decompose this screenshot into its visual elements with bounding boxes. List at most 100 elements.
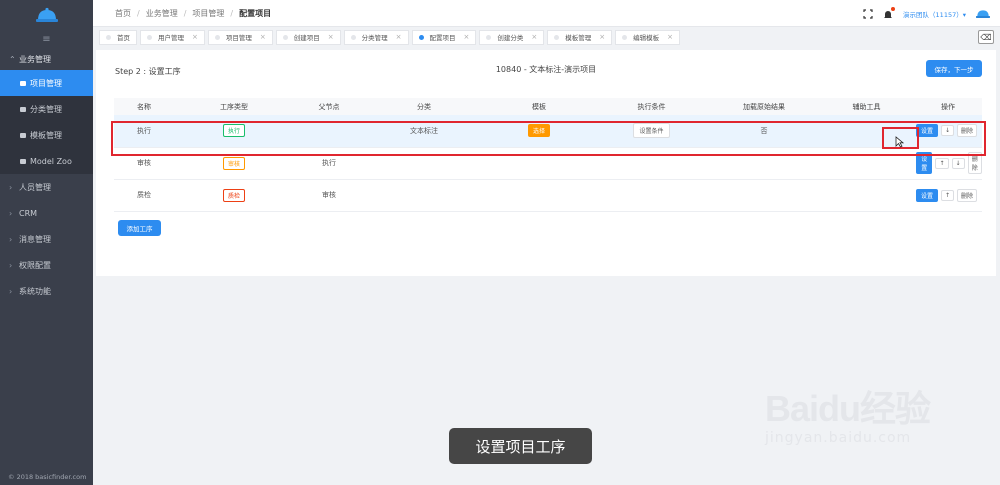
breadcrumb-separator: / bbox=[183, 8, 187, 18]
avatar[interactable] bbox=[976, 8, 990, 19]
model-icon bbox=[20, 158, 26, 164]
close-icon[interactable]: × bbox=[192, 33, 198, 41]
sidebar-item-project-management[interactable]: 项目管理 bbox=[0, 70, 93, 96]
settings-button[interactable]: 设置 bbox=[916, 188, 939, 202]
sidebar-item-permissions[interactable]: › 权限配置 bbox=[0, 252, 93, 278]
row-category bbox=[364, 179, 484, 212]
column-header: 执行条件 bbox=[594, 98, 709, 115]
chevron-right-icon: › bbox=[9, 182, 13, 192]
breadcrumb-separator: / bbox=[230, 8, 234, 18]
tab-label: 分类管理 bbox=[361, 34, 388, 42]
row-load-original bbox=[709, 179, 819, 212]
move-up-button[interactable]: ↑ bbox=[941, 189, 955, 201]
sidebar-item-label: 系统功能 bbox=[19, 286, 51, 296]
column-header: 模板 bbox=[484, 98, 594, 115]
process-type-tag: 质检 bbox=[222, 188, 245, 202]
row-condition-cell bbox=[594, 179, 709, 212]
tab-label: 首页 bbox=[117, 34, 130, 42]
tab-template-management[interactable]: 模板管理 × bbox=[547, 29, 613, 45]
tab-configure-project[interactable]: 配置项目 × bbox=[411, 29, 477, 45]
top-header: 首页 / 业务管理 / 项目管理 / 配置项目 演示团队（11157）▾ bbox=[93, 0, 1000, 27]
logo-icon bbox=[35, 7, 58, 22]
content-card: 10840 - 文本标注-演示项目 Step 2 : 设置工序 保存，下一步 名… bbox=[96, 50, 996, 276]
tab-edit-template[interactable]: 编辑模板 × bbox=[615, 29, 680, 45]
tab-label: 配置项目 bbox=[429, 34, 456, 42]
tab-label: 模板管理 bbox=[565, 34, 592, 42]
row-name: 质检 bbox=[114, 179, 174, 212]
video-caption: 设置项目工序 bbox=[449, 428, 592, 464]
tab-category-management[interactable]: 分类管理 × bbox=[343, 29, 409, 45]
tab-create-project[interactable]: 创建项目 × bbox=[275, 29, 341, 45]
tab-home[interactable]: 首页 bbox=[99, 29, 137, 45]
tab-dot-icon bbox=[418, 34, 424, 40]
save-next-button[interactable]: 保存，下一步 bbox=[926, 60, 982, 77]
category-icon bbox=[20, 106, 26, 112]
sidebar-item-label: CRM bbox=[19, 208, 38, 218]
sidebar-item-system[interactable]: › 系统功能 bbox=[0, 278, 93, 304]
sidebar-item-label: 消息管理 bbox=[19, 234, 51, 244]
close-icon[interactable]: × bbox=[531, 33, 537, 41]
notification-bell-icon[interactable] bbox=[883, 6, 896, 19]
tab-create-category[interactable]: 创建分类 × bbox=[479, 29, 545, 45]
column-header: 名称 bbox=[114, 98, 174, 115]
sidebar-item-model-zoo[interactable]: Model Zoo bbox=[0, 148, 93, 174]
table-row: 质检 质检 审核 设置 ↑ 删除 bbox=[114, 179, 982, 212]
sidebar-item-label: 项目管理 bbox=[30, 78, 62, 88]
column-header: 操作 bbox=[914, 98, 982, 115]
breadcrumb-project[interactable]: 项目管理 bbox=[192, 8, 224, 19]
tab-dot-icon bbox=[282, 34, 288, 40]
sidebar-group-business[interactable]: ⌃ 业务管理 bbox=[0, 48, 93, 70]
chevron-right-icon: › bbox=[9, 234, 13, 244]
tab-user-management[interactable]: 用户管理 × bbox=[140, 29, 205, 45]
sidebar-item-crm[interactable]: › CRM bbox=[0, 200, 93, 226]
column-header: 父节点 bbox=[294, 98, 364, 115]
row-ops-cell: 设置 ↑ 删除 bbox=[914, 179, 982, 212]
sidebar-item-template-management[interactable]: 模板管理 bbox=[0, 122, 93, 148]
chevron-right-icon: › bbox=[9, 208, 13, 218]
chevron-right-icon: › bbox=[9, 286, 13, 296]
close-tabs-icon[interactable]: ⌫ bbox=[978, 30, 994, 44]
sidebar-item-category-management[interactable]: 分类管理 bbox=[0, 96, 93, 122]
tab-label: 编辑模板 bbox=[633, 34, 660, 42]
delete-button[interactable]: 删除 bbox=[957, 188, 978, 202]
user-team-dropdown[interactable]: 演示团队（11157）▾ bbox=[903, 9, 966, 19]
close-icon[interactable]: × bbox=[328, 33, 334, 41]
sidebar-item-label: 模板管理 bbox=[30, 130, 62, 140]
sidebar-item-label: 权限配置 bbox=[19, 260, 51, 270]
sidebar-item-label: Model Zoo bbox=[30, 156, 72, 166]
template-icon bbox=[20, 132, 26, 138]
project-title: 10840 - 文本标注-演示项目 bbox=[495, 65, 597, 74]
step-title: Step 2 : 设置工序 bbox=[115, 67, 181, 76]
chevron-right-icon: › bbox=[9, 260, 13, 270]
close-icon[interactable]: × bbox=[396, 33, 402, 41]
table-header-row: 名称 工序类型 父节点 分类 模板 执行条件 加载原始结果 辅助工具 操作 bbox=[114, 98, 982, 115]
close-icon[interactable]: × bbox=[260, 33, 266, 41]
header-actions: 演示团队（11157）▾ bbox=[863, 0, 990, 27]
breadcrumb-business[interactable]: 业务管理 bbox=[146, 8, 178, 19]
column-header: 分类 bbox=[364, 98, 484, 115]
row-tools bbox=[819, 179, 914, 212]
close-icon[interactable]: × bbox=[599, 33, 605, 41]
fullscreen-icon[interactable] bbox=[863, 8, 873, 19]
tab-label: 用户管理 bbox=[158, 34, 184, 42]
sidebar-item-personnel[interactable]: › 人员管理 bbox=[0, 174, 93, 200]
project-icon bbox=[20, 80, 26, 86]
notification-badge bbox=[891, 6, 896, 11]
row-template-cell bbox=[484, 179, 594, 212]
sidebar-item-label: 分类管理 bbox=[30, 104, 62, 114]
tab-project-management[interactable]: 项目管理 × bbox=[207, 29, 273, 45]
baidu-watermark: Baidu经验 jingyan.baidu.com bbox=[765, 380, 931, 446]
close-icon[interactable]: × bbox=[464, 33, 470, 41]
sidebar-item-label: 人员管理 bbox=[19, 182, 51, 192]
close-icon[interactable]: × bbox=[667, 33, 673, 41]
sidebar-group-label: 业务管理 bbox=[19, 54, 51, 64]
mouse-cursor-icon bbox=[895, 136, 904, 148]
move-down-button[interactable]: ↓ bbox=[951, 157, 965, 169]
tab-label: 创建项目 bbox=[293, 34, 320, 42]
breadcrumb-home[interactable]: 首页 bbox=[115, 8, 131, 19]
menu-icon[interactable]: ≡ bbox=[0, 30, 93, 48]
move-up-button[interactable]: ↑ bbox=[935, 157, 949, 169]
add-process-button[interactable]: 添加工序 bbox=[118, 220, 161, 236]
sidebar-item-messages[interactable]: › 消息管理 bbox=[0, 226, 93, 252]
breadcrumb-current: 配置项目 bbox=[239, 8, 272, 18]
